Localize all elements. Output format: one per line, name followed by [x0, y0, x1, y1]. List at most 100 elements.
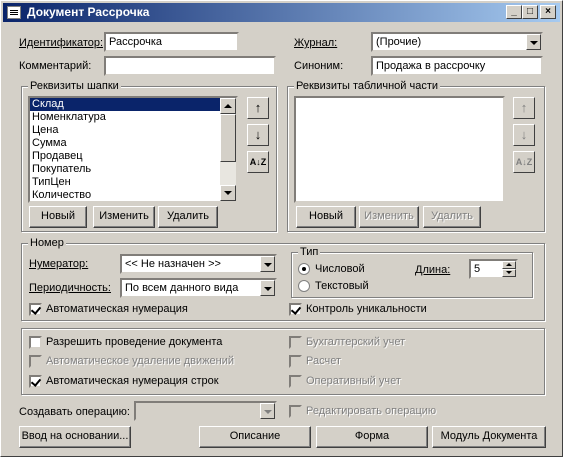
- journal-label: Журнал:: [294, 37, 338, 49]
- length-value: 5: [474, 263, 481, 275]
- accounting-checkbox[interactable]: Бухгалтерский учет: [289, 336, 429, 349]
- table-new-button[interactable]: Новый: [296, 206, 356, 228]
- accounting-label: Бухгалтерский учет: [306, 336, 406, 348]
- numerator-label: Нумератор:: [29, 258, 89, 270]
- form-button[interactable]: Форма: [316, 426, 428, 448]
- table-delete-label: Удалить: [431, 210, 473, 222]
- uniqueness-label: Контроль уникальности: [306, 303, 427, 315]
- synonym-input[interactable]: Продажа в рассрочку: [371, 56, 543, 76]
- allow-posting-checkbox[interactable]: Разрешить проведение документа: [29, 336, 249, 349]
- head-edit-button[interactable]: Изменить: [93, 206, 155, 228]
- head-new-button[interactable]: Новый: [29, 206, 87, 228]
- based-on-button[interactable]: Ввод на основании...: [19, 426, 131, 448]
- head-delete-button[interactable]: Удалить: [158, 206, 218, 228]
- description-button[interactable]: Описание: [199, 426, 311, 448]
- numeric-label: Числовой: [315, 263, 365, 275]
- checkbox-box: [29, 355, 42, 368]
- scroll-thumb[interactable]: [220, 114, 236, 162]
- edit-operation-label: Редактировать операцию: [306, 405, 437, 417]
- checkbox-box: [29, 375, 42, 388]
- numeric-radio[interactable]: Числовой: [298, 263, 378, 276]
- auto-numbering-label: Автоматическая нумерация: [46, 303, 188, 315]
- table-edit-label: Изменить: [364, 210, 414, 222]
- comment-input[interactable]: [104, 56, 276, 76]
- operation-label: Создавать операцию:: [19, 406, 130, 418]
- checkbox-box: [29, 303, 42, 316]
- maximize-button[interactable]: □: [522, 5, 538, 19]
- checkbox-box: [289, 303, 302, 316]
- head-attributes-list[interactable]: Склад Номенклатура Цена Сумма Продавец П…: [28, 96, 238, 203]
- auto-delete-label: Автоматическое удаление движений: [46, 355, 235, 367]
- module-button[interactable]: Модуль Документа: [432, 426, 546, 448]
- window-title: Документ Рассрочка: [27, 5, 150, 19]
- period-select[interactable]: По всем данного вида: [120, 278, 277, 298]
- chevron-down-icon[interactable]: [260, 256, 275, 272]
- spin-down-icon[interactable]: [502, 269, 516, 277]
- operation-select[interactable]: [134, 401, 277, 421]
- numerator-select[interactable]: << Не назначен >>: [120, 254, 277, 274]
- chevron-down-icon[interactable]: [526, 34, 541, 50]
- move-up-icon[interactable]: ↑: [247, 97, 269, 119]
- description-label: Описание: [229, 430, 281, 442]
- text-label: Текстовый: [315, 280, 369, 292]
- based-on-label: Ввод на основании...: [21, 430, 129, 442]
- length-label: Длина:: [415, 264, 451, 276]
- journal-value: (Прочие): [376, 36, 422, 48]
- radio-circle: [298, 263, 310, 275]
- auto-delete-checkbox[interactable]: Автоматическое удаление движений: [29, 355, 259, 368]
- operative-checkbox[interactable]: Оперативный учет: [289, 375, 419, 388]
- uniqueness-checkbox[interactable]: Контроль уникальности: [289, 303, 449, 316]
- operative-label: Оперативный учет: [306, 375, 401, 387]
- sort-icon[interactable]: A↓Z: [247, 151, 269, 173]
- comment-label: Комментарий:: [19, 60, 92, 72]
- calc-checkbox[interactable]: Расчет: [289, 355, 369, 368]
- minimize-button[interactable]: _: [506, 5, 522, 19]
- chevron-down-icon[interactable]: [260, 403, 275, 419]
- list-item[interactable]: Количество: [30, 189, 236, 201]
- list-scrollbar[interactable]: [220, 98, 236, 201]
- move-up-icon[interactable]: ↑: [513, 97, 535, 119]
- table-attributes-title: Реквизиты табличной части: [294, 79, 441, 93]
- table-edit-button[interactable]: Изменить: [359, 206, 419, 228]
- table-new-label: Новый: [309, 210, 343, 222]
- auto-row-numbering-label: Автоматическая нумерация строк: [46, 375, 219, 387]
- scroll-down-icon[interactable]: [220, 185, 236, 201]
- head-edit-label: Изменить: [99, 210, 149, 222]
- list-item[interactable]: Продавец: [30, 150, 236, 163]
- length-stepper[interactable]: 5: [469, 259, 518, 279]
- head-new-label: Новый: [41, 210, 75, 222]
- spin-up-icon[interactable]: [502, 261, 516, 269]
- form-label: Форма: [354, 430, 390, 442]
- list-item[interactable]: Склад: [30, 98, 236, 111]
- synonym-label: Синоним:: [294, 60, 344, 72]
- journal-select[interactable]: (Прочие): [371, 32, 543, 52]
- period-label: Периодичность:: [29, 282, 111, 294]
- document-icon: [7, 6, 21, 19]
- number-title: Номер: [28, 236, 66, 250]
- head-attributes-title: Реквизиты шапки: [28, 79, 121, 93]
- id-label: Идентификатор:: [19, 37, 104, 49]
- close-button[interactable]: ×: [540, 5, 556, 19]
- id-input[interactable]: Рассрочка: [104, 32, 239, 52]
- auto-row-numbering-checkbox[interactable]: Автоматическая нумерация строк: [29, 375, 249, 388]
- text-radio[interactable]: Текстовый: [298, 280, 383, 293]
- table-attributes-list[interactable]: [294, 96, 505, 203]
- sort-icon[interactable]: A↓Z: [513, 151, 535, 173]
- list-item[interactable]: ТипЦен: [30, 176, 236, 189]
- auto-numbering-checkbox[interactable]: Автоматическая нумерация: [29, 303, 229, 316]
- move-down-icon[interactable]: ↓: [513, 124, 535, 146]
- list-item[interactable]: Покупатель: [30, 163, 236, 176]
- edit-operation-checkbox[interactable]: Редактировать операцию: [289, 405, 449, 418]
- head-delete-label: Удалить: [167, 210, 209, 222]
- calc-label: Расчет: [306, 355, 341, 367]
- scroll-up-icon[interactable]: [220, 98, 236, 114]
- table-delete-button[interactable]: Удалить: [423, 206, 481, 228]
- title-bar: Документ Рассрочка _ □ ×: [3, 3, 560, 22]
- move-down-icon[interactable]: ↓: [247, 124, 269, 146]
- list-item[interactable]: Сумма: [30, 137, 236, 150]
- allow-posting-label: Разрешить проведение документа: [46, 336, 223, 348]
- chevron-down-icon[interactable]: [260, 280, 275, 296]
- list-item[interactable]: Цена: [30, 124, 236, 137]
- module-label: Модуль Документа: [440, 430, 538, 442]
- list-item[interactable]: Номенклатура: [30, 111, 236, 124]
